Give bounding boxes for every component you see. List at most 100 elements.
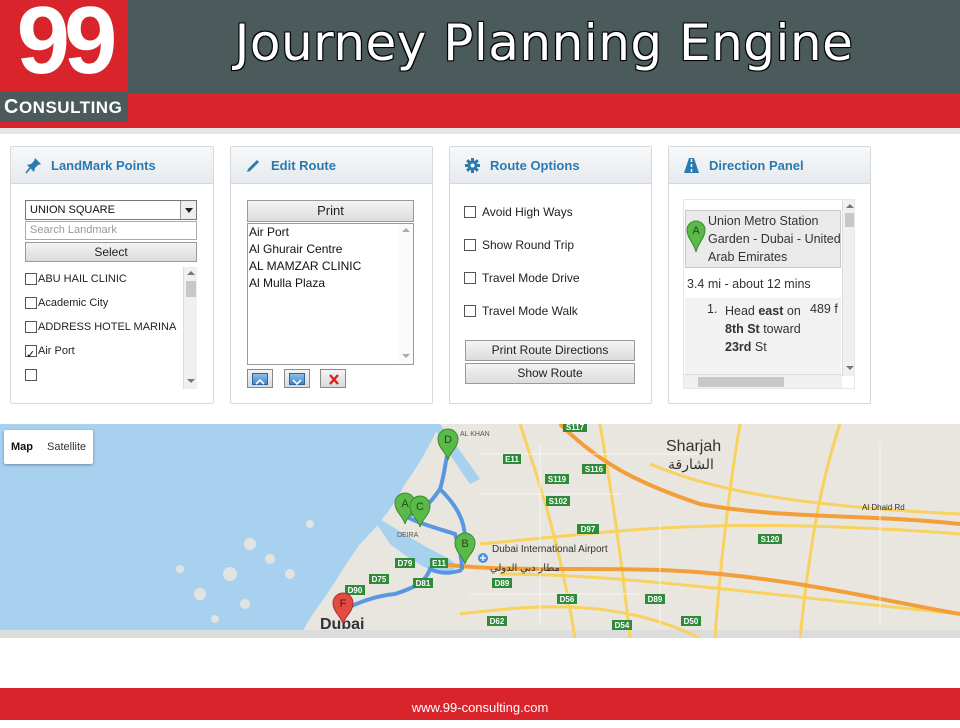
marker-c[interactable]: C [409, 495, 431, 528]
route-summary: 3.4 mi - about 12 mins [687, 277, 811, 291]
road-icon [684, 158, 699, 173]
print-button[interactable]: Print [247, 200, 414, 222]
landmark-checkbox[interactable] [25, 343, 37, 367]
road-label: D54 [615, 621, 630, 630]
chevron-down-icon[interactable] [180, 201, 196, 219]
option-checkbox[interactable] [464, 272, 476, 284]
route-stop[interactable]: Air Port [248, 224, 413, 241]
route-map[interactable]: S117 E11 S116 S119 S102 D97 D79 D75 E11 … [0, 424, 960, 638]
edit-route-panel-header: Edit Route [231, 147, 432, 184]
logo-text-initial: C [4, 96, 19, 118]
step-text-bold: 8th St [725, 322, 760, 336]
road-label: D56 [560, 595, 575, 604]
scroll-thumb[interactable] [845, 213, 854, 227]
road-label: D62 [490, 617, 505, 626]
scroll-up-icon[interactable] [402, 228, 410, 232]
landmark-item-label: ABU HAIL CLINIC [38, 273, 127, 285]
road-label: D97 [581, 525, 596, 534]
landmark-item-label: ADDRESS HOTEL MARINA [38, 321, 177, 333]
label-sharjah: Sharjah [666, 438, 721, 455]
landmark-item[interactable] [25, 363, 197, 387]
landmark-list-scrollbar[interactable] [183, 267, 197, 389]
scroll-up-icon[interactable] [846, 204, 854, 208]
option-checkbox[interactable] [464, 305, 476, 317]
map-type-map-button[interactable]: Map [4, 430, 40, 464]
landmark-checkbox[interactable] [25, 369, 37, 381]
route-stop[interactable]: AL MAMZAR CLINIC [248, 258, 413, 275]
road-label: E11 [505, 455, 519, 464]
landmark-item[interactable]: ABU HAIL CLINIC [25, 267, 197, 291]
show-route-button[interactable]: Show Route [465, 363, 635, 384]
page-title: Journey Planning Engine [234, 14, 854, 72]
scroll-down-icon[interactable] [402, 354, 410, 358]
route-stops-list[interactable]: Air Port Al Ghurair Centre AL MAMZAR CLI… [247, 223, 414, 365]
label-airport: Dubai International Airport [492, 544, 608, 555]
option-checkbox[interactable] [464, 206, 476, 218]
step-distance: 489 f [810, 302, 838, 316]
option-show-round-trip[interactable]: Show Round Trip [464, 238, 574, 252]
landmark-item-label: Air Port [38, 345, 75, 357]
route-options-panel-title: Route Options [490, 158, 580, 173]
logo-text-rest: onsulting [18, 98, 123, 117]
scroll-thumb[interactable] [186, 281, 196, 297]
marker-pin-icon: A [686, 220, 706, 253]
road-label: D89 [648, 595, 663, 604]
step-text: Head east on 8th St toward 23rd St [725, 302, 805, 356]
route-stop[interactable]: Al Ghurair Centre [248, 241, 413, 258]
remove-stop-button[interactable] [320, 369, 346, 388]
select-button[interactable]: Select [25, 242, 197, 262]
marker-letter: A [692, 225, 700, 237]
landmark-checkbox[interactable] [25, 321, 37, 333]
landmark-checkbox[interactable] [25, 297, 37, 309]
landmark-select-value: UNION SQUARE [30, 204, 115, 216]
landmark-panel-title: LandMark Points [51, 158, 156, 173]
option-travel-mode-walk[interactable]: Travel Mode Walk [464, 304, 578, 318]
road-label: D79 [398, 559, 413, 568]
hscroll-thumb[interactable] [698, 377, 784, 387]
marker-b[interactable]: B [454, 532, 476, 565]
map-type-satellite-button[interactable]: Satellite [40, 430, 93, 464]
logo-number: 99 [16, 0, 118, 94]
directions-scrollbar[interactable] [842, 200, 854, 376]
option-travel-mode-drive[interactable]: Travel Mode Drive [464, 271, 580, 285]
landmark-panel-header: LandMark Points [11, 147, 213, 184]
directions-content: A Union Metro Station Garden - Dubai - U… [683, 199, 855, 389]
move-down-button[interactable] [284, 369, 310, 388]
direction-panel: Direction Panel A Union Metro Station Ga… [668, 146, 871, 404]
landmark-item[interactable]: Academic City [25, 291, 197, 315]
close-icon [329, 374, 339, 385]
option-label: Show Round Trip [482, 238, 575, 252]
landmark-item[interactable]: ADDRESS HOTEL MARINA [25, 315, 197, 339]
option-avoid-highways[interactable]: Avoid High Ways [464, 205, 573, 219]
route-options-panel: Route Options Avoid High Ways Show Round… [449, 146, 652, 404]
road-label: S120 [761, 535, 780, 544]
landmark-select[interactable]: UNION SQUARE [25, 200, 197, 220]
option-checkbox[interactable] [464, 239, 476, 251]
label-deira: DEIRA [397, 532, 419, 539]
step-text-bold: 23rd [725, 340, 752, 354]
arrow-down-icon [289, 373, 305, 386]
road-label: S116 [585, 465, 604, 474]
directions-hscrollbar[interactable] [684, 374, 842, 388]
move-up-button[interactable] [247, 369, 273, 388]
route-stop[interactable]: Al Mulla Plaza [248, 275, 413, 292]
landmark-item[interactable]: Air Port [25, 339, 197, 367]
edit-route-panel: Edit Route Print Air Port Al Ghurair Cen… [230, 146, 433, 404]
label-airport-text: Dubai International Airport [492, 544, 608, 555]
scroll-down-icon[interactable] [846, 366, 854, 370]
label-sharjah-arabic: الشارقة [668, 456, 714, 473]
label-al-khan: AL KHAN [460, 431, 490, 438]
gear-icon [465, 158, 480, 173]
direction-panel-title: Direction Panel [709, 158, 804, 173]
scroll-down-icon[interactable] [187, 379, 195, 383]
route-list-scrollbar[interactable] [399, 224, 413, 364]
print-route-directions-button[interactable]: Print Route Directions [465, 340, 635, 361]
label-al-dhaid-rd: Al Dhaid Rd [862, 503, 905, 512]
map-type-toggle: Map Satellite [4, 430, 94, 464]
landmark-checkbox[interactable] [25, 273, 37, 285]
scroll-up-icon[interactable] [187, 271, 195, 275]
footer-url[interactable]: www.99-consulting.com [412, 700, 549, 715]
step-text-part: St [751, 340, 767, 354]
label-airport-arabic: مطار دبي الدولي [490, 563, 560, 574]
landmark-search-input[interactable]: Search Landmark [25, 221, 197, 240]
